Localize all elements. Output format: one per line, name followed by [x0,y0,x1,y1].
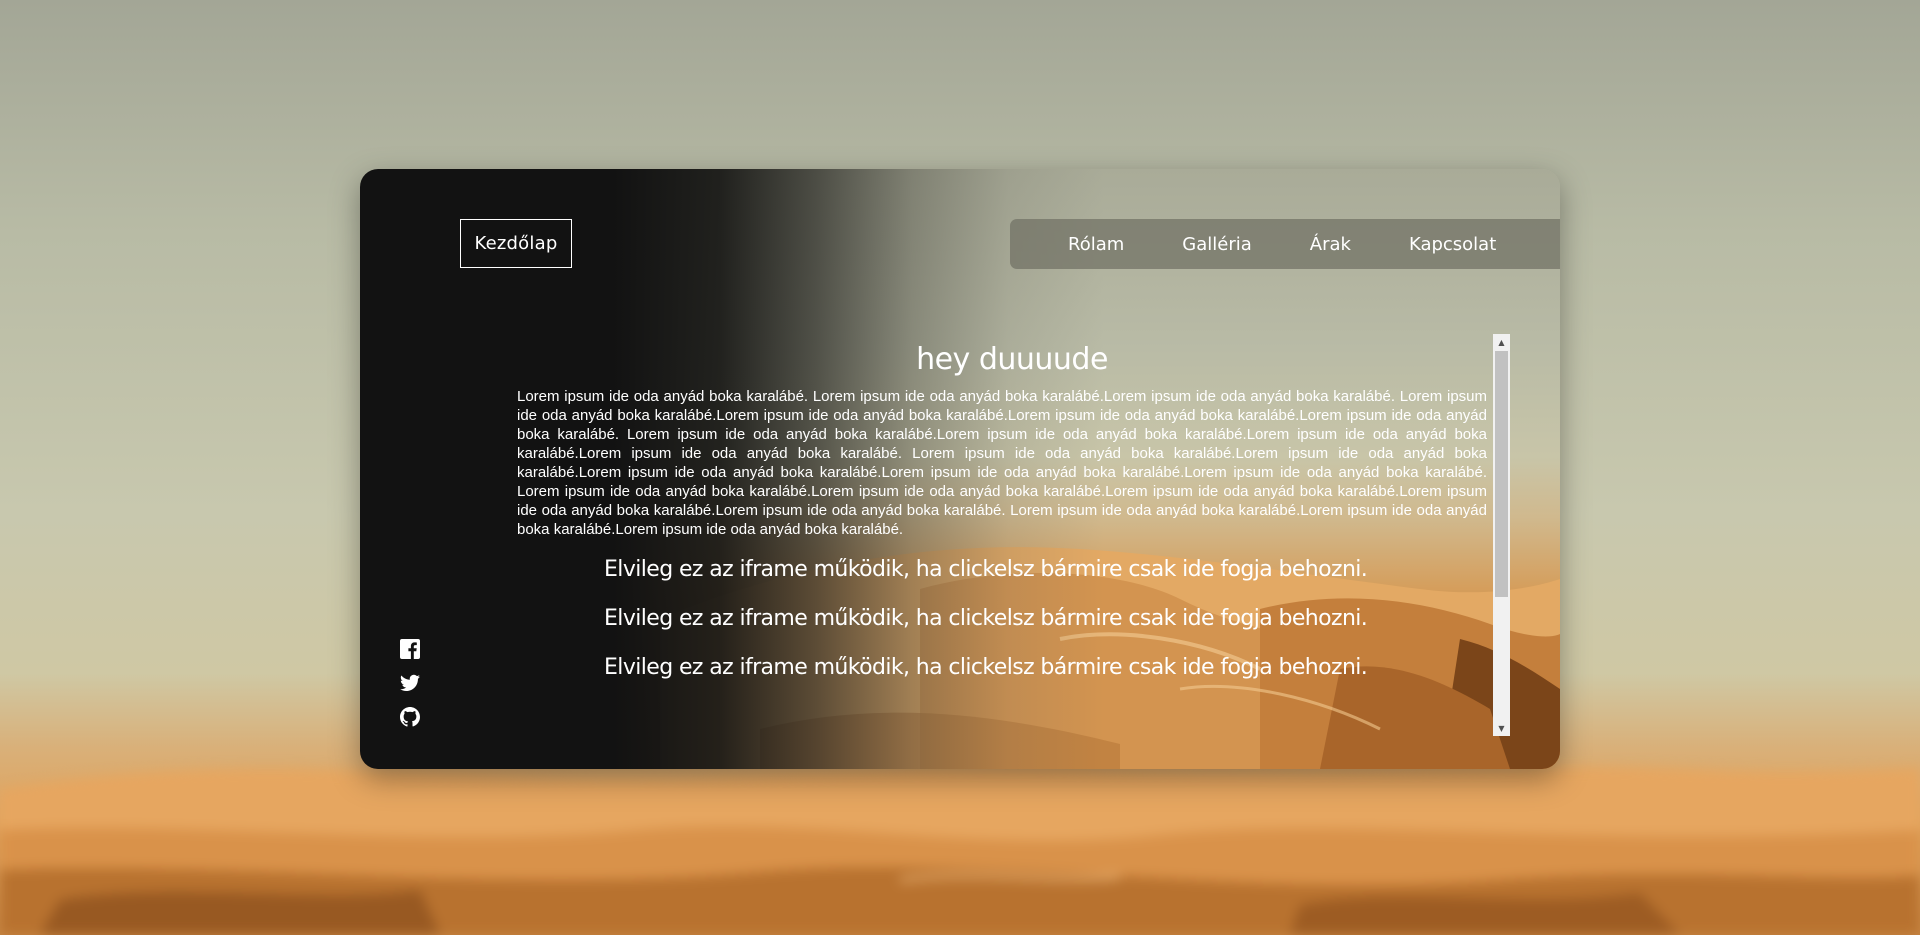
lorem-paragraph: Lorem ipsum ide oda anyád boka karalábé.… [517,388,1487,538]
scroll-down-arrow-icon[interactable]: ▼ [1493,720,1510,736]
facebook-icon[interactable] [398,637,422,661]
nav-item-kapcsolat[interactable]: Kapcsolat [1409,234,1496,255]
nav-item-rolam[interactable]: Rólam [1068,234,1124,255]
iframe-scrollbar[interactable]: ▲ ▼ [1493,334,1510,736]
iframe-line: Elvileg ez az iframe működik, ha clickel… [604,557,1368,582]
twitter-icon[interactable] [398,671,422,695]
main-card: Kezdőlap Rólam Galléria Árak Kapcsolat h… [360,169,1560,769]
scrollbar-thumb[interactable] [1495,351,1508,597]
nav-item-galleria[interactable]: Galléria [1182,234,1252,255]
iframe-line: Elvileg ez az iframe működik, ha clickel… [604,606,1368,631]
home-button[interactable]: Kezdőlap [460,219,572,268]
nav-item-arak[interactable]: Árak [1310,234,1351,255]
scroll-up-arrow-icon[interactable]: ▲ [1493,334,1510,350]
top-nav: Rólam Galléria Árak Kapcsolat [1010,219,1560,269]
iframe-content[interactable]: hey duuuude Lorem ipsum ide oda anyád bo… [517,334,1487,692]
iframe-line: Elvileg ez az iframe működik, ha clickel… [604,655,1368,680]
page-heading: hey duuuude [916,342,1108,377]
iframe-lines: Elvileg ez az iframe működik, ha clickel… [517,545,1487,692]
github-icon[interactable] [398,705,422,729]
